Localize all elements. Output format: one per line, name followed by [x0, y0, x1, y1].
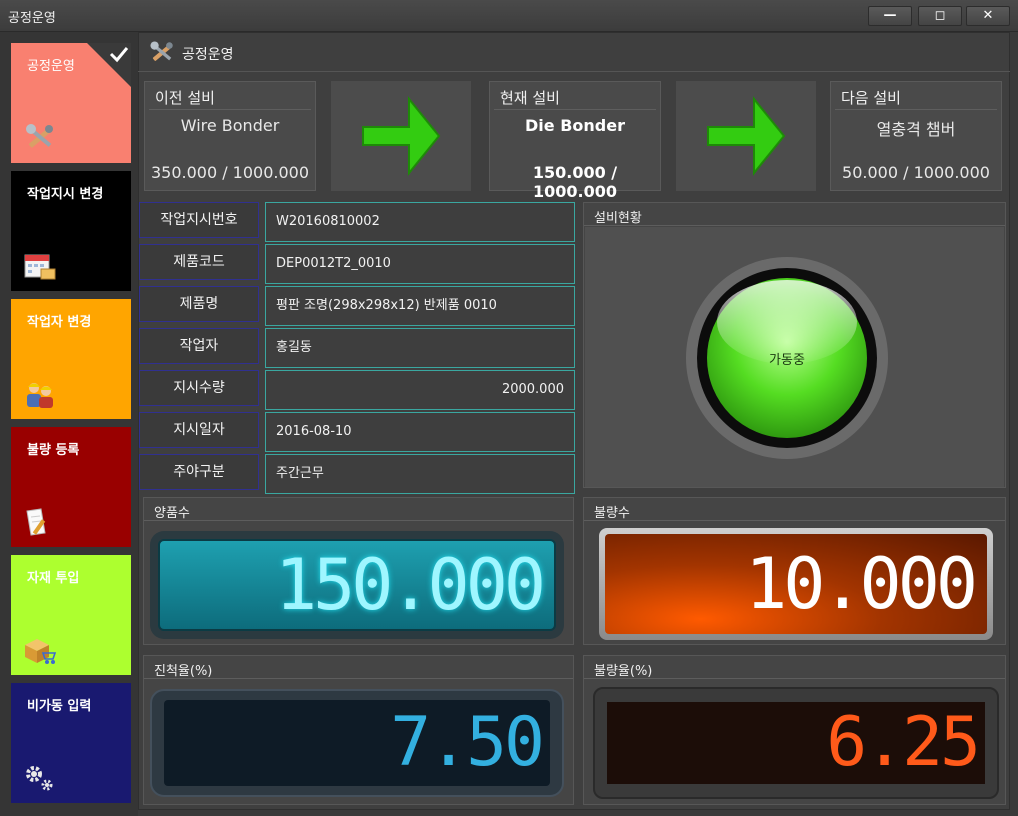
window-titlebar	[0, 0, 1018, 32]
selected-check-icon	[87, 43, 131, 87]
previous-equipment-label: 이전 설비	[155, 89, 215, 107]
defect-rate-panel: 불량율(%) 6.25	[583, 655, 1006, 805]
label-order-date: 지시일자	[139, 412, 259, 448]
label-shift: 주야구분	[139, 454, 259, 490]
sidebar-item-register-defect[interactable]: 불량 등록	[11, 427, 131, 547]
current-equipment-value: 150.000 / 1000.000	[532, 163, 618, 201]
sidebar-item-label: 비가동 입력	[27, 699, 92, 714]
next-equipment-value: 50.000 / 1000.000	[842, 163, 990, 182]
next-equipment-name: 열충격 챔버	[876, 120, 956, 139]
next-equipment-label: 다음 설비	[841, 89, 901, 107]
sidebar-item-label: 작업자 변경	[27, 315, 92, 330]
right-arrow-icon	[362, 96, 441, 176]
label-product-code: 제품코드	[139, 244, 259, 280]
flow-arrow-box	[676, 81, 816, 191]
defect-count-title: 불량수	[594, 506, 630, 521]
sidebar-item-label: 불량 등록	[27, 443, 80, 458]
sidebar-item-change-worker[interactable]: 작업자 변경	[11, 299, 131, 419]
maximize-button[interactable]: ◻	[918, 6, 962, 26]
defect-rate-display: 6.25	[826, 703, 981, 782]
maximize-icon: ◻	[934, 8, 946, 23]
field-product-name[interactable]: 평판 조명(298x298x12) 반제품 0010	[265, 286, 575, 326]
field-order-date[interactable]: 2016-08-10	[265, 412, 575, 452]
header-divider	[138, 71, 1010, 72]
previous-equipment-value: 350.000 / 1000.000	[150, 163, 310, 182]
progress-rate-title: 진척율(%)	[154, 664, 213, 679]
minimize-button[interactable]: —	[868, 6, 912, 26]
workers-icon	[27, 383, 53, 408]
gears-icon	[26, 766, 53, 791]
good-count-title: 양품수	[154, 506, 190, 521]
sidebar-item-change-work-order[interactable]: 작업지시 변경	[11, 171, 131, 291]
field-shift[interactable]: 주간근무	[265, 454, 575, 494]
current-equipment-card: 현재 설비 Die Bonder 150.000 / 1000.000	[489, 81, 661, 201]
box-cart-icon	[25, 639, 57, 664]
defect-count-panel: 불량수 10.000	[583, 497, 1006, 645]
minimize-icon: —	[883, 8, 897, 23]
good-count-panel: 양품수 150.000	[143, 497, 574, 645]
edit-document-icon	[26, 508, 46, 536]
sidebar-item-input-material[interactable]: 자재 투입	[11, 555, 131, 675]
next-equipment-card: 다음 설비 열충격 챔버 50.000 / 1000.000	[830, 81, 1002, 191]
progress-rate-panel: 진척율(%) 7.50	[143, 655, 574, 805]
status-text: 가동중	[769, 353, 805, 368]
label-work-order-no: 작업지시번호	[139, 202, 259, 238]
sidebar-item-label: 자재 투입	[27, 571, 80, 586]
window-title: 공정운영	[8, 11, 56, 26]
label-product-name: 제품명	[139, 286, 259, 322]
field-product-code[interactable]: DEP0012T2_0010	[265, 244, 575, 284]
previous-equipment-card: 이전 설비 Wire Bonder 350.000 / 1000.000	[144, 81, 316, 191]
sidebar-item-process-operation[interactable]: 공정운영	[11, 43, 131, 163]
defect-count-display: 10.000	[745, 543, 978, 625]
previous-equipment-name: Wire Bonder	[180, 116, 280, 135]
page-title: 공정운영	[182, 47, 234, 63]
calendar-icon	[24, 254, 56, 280]
flow-arrow-box	[331, 81, 471, 191]
tools-icon	[150, 41, 173, 61]
sidebar-item-label: 공정운영	[27, 59, 75, 74]
right-arrow-icon	[707, 96, 786, 176]
defect-rate-title: 불량율(%)	[594, 664, 653, 679]
field-worker[interactable]: 홍길동	[265, 328, 575, 368]
main-header: 공정운영	[146, 36, 1006, 70]
label-order-quantity: 지시수량	[139, 370, 259, 406]
progress-rate-display: 7.50	[390, 703, 545, 782]
equipment-status-title: 설비현황	[594, 211, 642, 226]
field-work-order-no[interactable]: W20160810002	[265, 202, 575, 242]
current-equipment-label: 현재 설비	[500, 89, 560, 107]
label-worker: 작업자	[139, 328, 259, 364]
tools-icon	[26, 124, 53, 148]
good-count-display: 150.000	[274, 544, 546, 626]
close-icon: ✕	[982, 8, 994, 23]
sidebar-item-downtime-input[interactable]: 비가동 입력	[11, 683, 131, 803]
current-equipment-name: Die Bonder	[525, 116, 625, 135]
equipment-status-panel: 설비현황 가동중	[583, 202, 1006, 488]
sidebar-item-label: 작업지시 변경	[27, 187, 104, 202]
field-order-quantity[interactable]: 2000.000	[265, 370, 575, 410]
close-button[interactable]: ✕	[966, 6, 1010, 26]
